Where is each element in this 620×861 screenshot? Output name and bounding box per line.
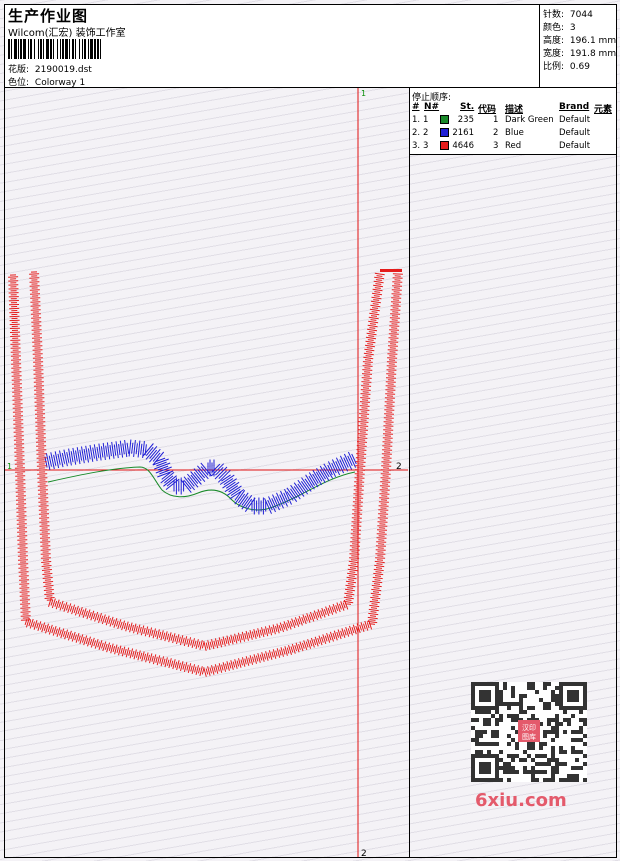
qr-code-icon: 汉印 图库 [471,682,587,782]
border-cap [380,269,402,272]
production-worksheet: 生产作业图 Wilcom(汇宏) 装饰工作室 花版: 2190019.dst 色… [0,0,620,861]
seal-text-2: 图库 [522,732,536,741]
axis-marker-top: 1 [361,89,366,98]
axis-marker-right: 2 [396,462,402,472]
seal-text: 汉印 [522,724,536,732]
satin-stitches [29,271,385,652]
watermark-area: 汉印 图库 6xiu.com [471,682,587,822]
blue-satin-band [44,439,357,515]
watermark-text: 6xiu.com [475,790,567,811]
axis-marker-bottom: 2 [361,849,367,859]
axis-marker-left: 1 [7,462,12,471]
satin-stitches [44,439,357,515]
